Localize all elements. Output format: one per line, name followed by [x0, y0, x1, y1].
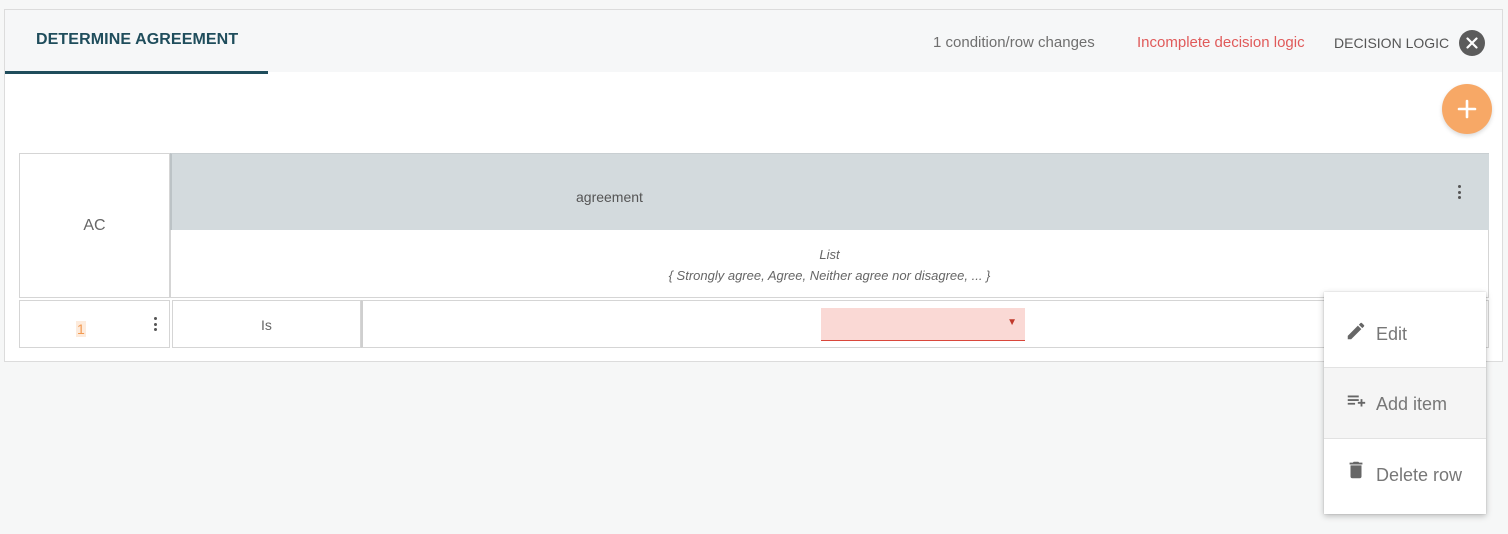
value-cell: ▼ — [361, 300, 1489, 348]
decision-logic-label: DECISION LOGIC — [1334, 35, 1450, 51]
decision-panel: DETERMINE AGREEMENT 1 condition/row chan… — [4, 9, 1503, 362]
column-menu-icon[interactable] — [1453, 185, 1465, 203]
row-number-cell: 1 — [19, 300, 170, 348]
value-select[interactable]: ▼ — [821, 308, 1025, 341]
context-menu: Edit Add item Delete row — [1324, 292, 1486, 514]
playlist-add-icon — [1347, 395, 1366, 407]
column-name: agreement — [576, 189, 643, 205]
tab-label: DETERMINE AGREEMENT — [36, 31, 239, 48]
incomplete-warning: Incomplete decision logic — [1137, 34, 1305, 51]
row-number: 1 — [76, 321, 86, 337]
column-type: List — [819, 247, 840, 262]
row-header-cell: AC — [19, 153, 170, 298]
operator-label: Is — [261, 317, 272, 333]
close-icon — [1466, 37, 1478, 49]
close-button[interactable] — [1459, 30, 1485, 56]
plus-icon — [1457, 99, 1477, 119]
panel-header: DETERMINE AGREEMENT 1 condition/row chan… — [5, 10, 1502, 74]
tab-determine-agreement[interactable]: DETERMINE AGREEMENT — [5, 10, 268, 74]
dropdown-arrow-icon: ▼ — [1007, 317, 1017, 328]
menu-item-label: Delete row — [1376, 465, 1463, 485]
menu-item-label: Edit — [1376, 324, 1408, 344]
column-values: { Strongly agree, Agree, Neither agree n… — [668, 268, 991, 283]
menu-item-label: Add item — [1376, 394, 1448, 414]
pencil-icon — [1347, 322, 1365, 340]
row-header-label: AC — [83, 217, 106, 234]
menu-item-edit[interactable]: Edit — [1324, 295, 1486, 366]
operator-cell[interactable]: Is — [172, 300, 361, 348]
changes-status: 1 condition/row changes — [933, 34, 1095, 51]
column-type-cell: List { Strongly agree, Agree, Neither ag… — [170, 230, 1489, 298]
table-row: 1 Is ▼ — [19, 300, 1489, 348]
column-header: agreement — [170, 153, 1489, 230]
add-button[interactable] — [1442, 84, 1492, 134]
row-menu-icon[interactable] — [150, 317, 160, 335]
menu-item-delete-row[interactable]: Delete row — [1324, 439, 1486, 510]
menu-item-add-item[interactable]: Add item — [1324, 368, 1486, 439]
trash-icon — [1349, 461, 1363, 479]
